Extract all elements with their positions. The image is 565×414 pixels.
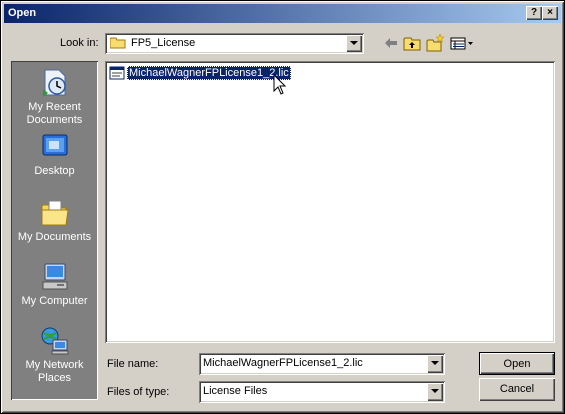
look-in-combo[interactable]: FP5_License	[105, 33, 364, 54]
mouse-cursor-icon	[273, 74, 287, 95]
place-my-network-places[interactable]: My Network Places	[11, 325, 98, 385]
place-my-documents[interactable]: My Documents	[11, 197, 98, 244]
open-dialog: Open ? × Look in: FP5_License My Recent …	[0, 0, 565, 414]
file-name-dropdown-button[interactable]	[427, 355, 443, 373]
file-name-input[interactable]: MichaelWagnerFPLicense1_2.lic	[199, 353, 445, 375]
place-label: Documents	[26, 114, 83, 126]
files-of-type-select[interactable]: License Files	[199, 381, 445, 403]
file-name-label: MichaelWagnerFPLicense1_2.lic	[127, 66, 291, 80]
place-label: Desktop	[34, 165, 75, 177]
list-item[interactable]: MichaelWagnerFPLicense1_2.lic	[109, 65, 291, 81]
up-folder-icon[interactable]	[402, 33, 422, 53]
window-title: Open	[8, 7, 37, 19]
place-my-computer[interactable]: My Computer	[11, 261, 98, 308]
open-button[interactable]: Open	[479, 352, 555, 375]
title-bar[interactable]: Open ? ×	[4, 4, 561, 23]
file-name-value: MichaelWagnerFPLicense1_2.lic	[203, 357, 363, 369]
license-file-icon	[109, 66, 125, 80]
look-in-label: Look in:	[60, 37, 99, 49]
look-in-value: FP5_License	[131, 37, 196, 49]
file-list[interactable]: MichaelWagnerFPLicense1_2.lic	[105, 61, 555, 343]
folder-icon	[110, 37, 126, 49]
desktop-icon	[42, 134, 67, 159]
place-label: My Documents	[17, 231, 92, 243]
recent-documents-icon	[42, 69, 66, 97]
place-my-recent-documents[interactable]: My Recent Documents	[11, 67, 98, 127]
place-label: My Network	[25, 359, 84, 371]
place-desktop[interactable]: Desktop	[11, 131, 98, 178]
place-label: Places	[37, 372, 72, 384]
place-label: My Recent	[28, 101, 81, 113]
files-of-type-label: Files of type:	[107, 386, 170, 398]
files-of-type-value: License Files	[203, 385, 268, 397]
close-button[interactable]: ×	[542, 6, 558, 20]
files-of-type-dropdown-button[interactable]	[427, 383, 443, 401]
cancel-button[interactable]: Cancel	[479, 378, 555, 401]
new-folder-icon[interactable]	[425, 33, 445, 53]
places-bar: My Recent Documents Desktop My Documents	[11, 61, 98, 400]
file-name-label: File name:	[107, 358, 159, 370]
place-label: My Computer	[21, 295, 88, 307]
back-arrow-icon[interactable]	[381, 33, 401, 53]
look-in-dropdown-button[interactable]	[346, 35, 362, 52]
views-menu-icon[interactable]	[449, 33, 475, 53]
my-documents-icon	[41, 200, 69, 226]
network-places-icon	[41, 327, 68, 355]
my-computer-icon	[42, 263, 67, 290]
help-button[interactable]: ?	[526, 6, 542, 20]
